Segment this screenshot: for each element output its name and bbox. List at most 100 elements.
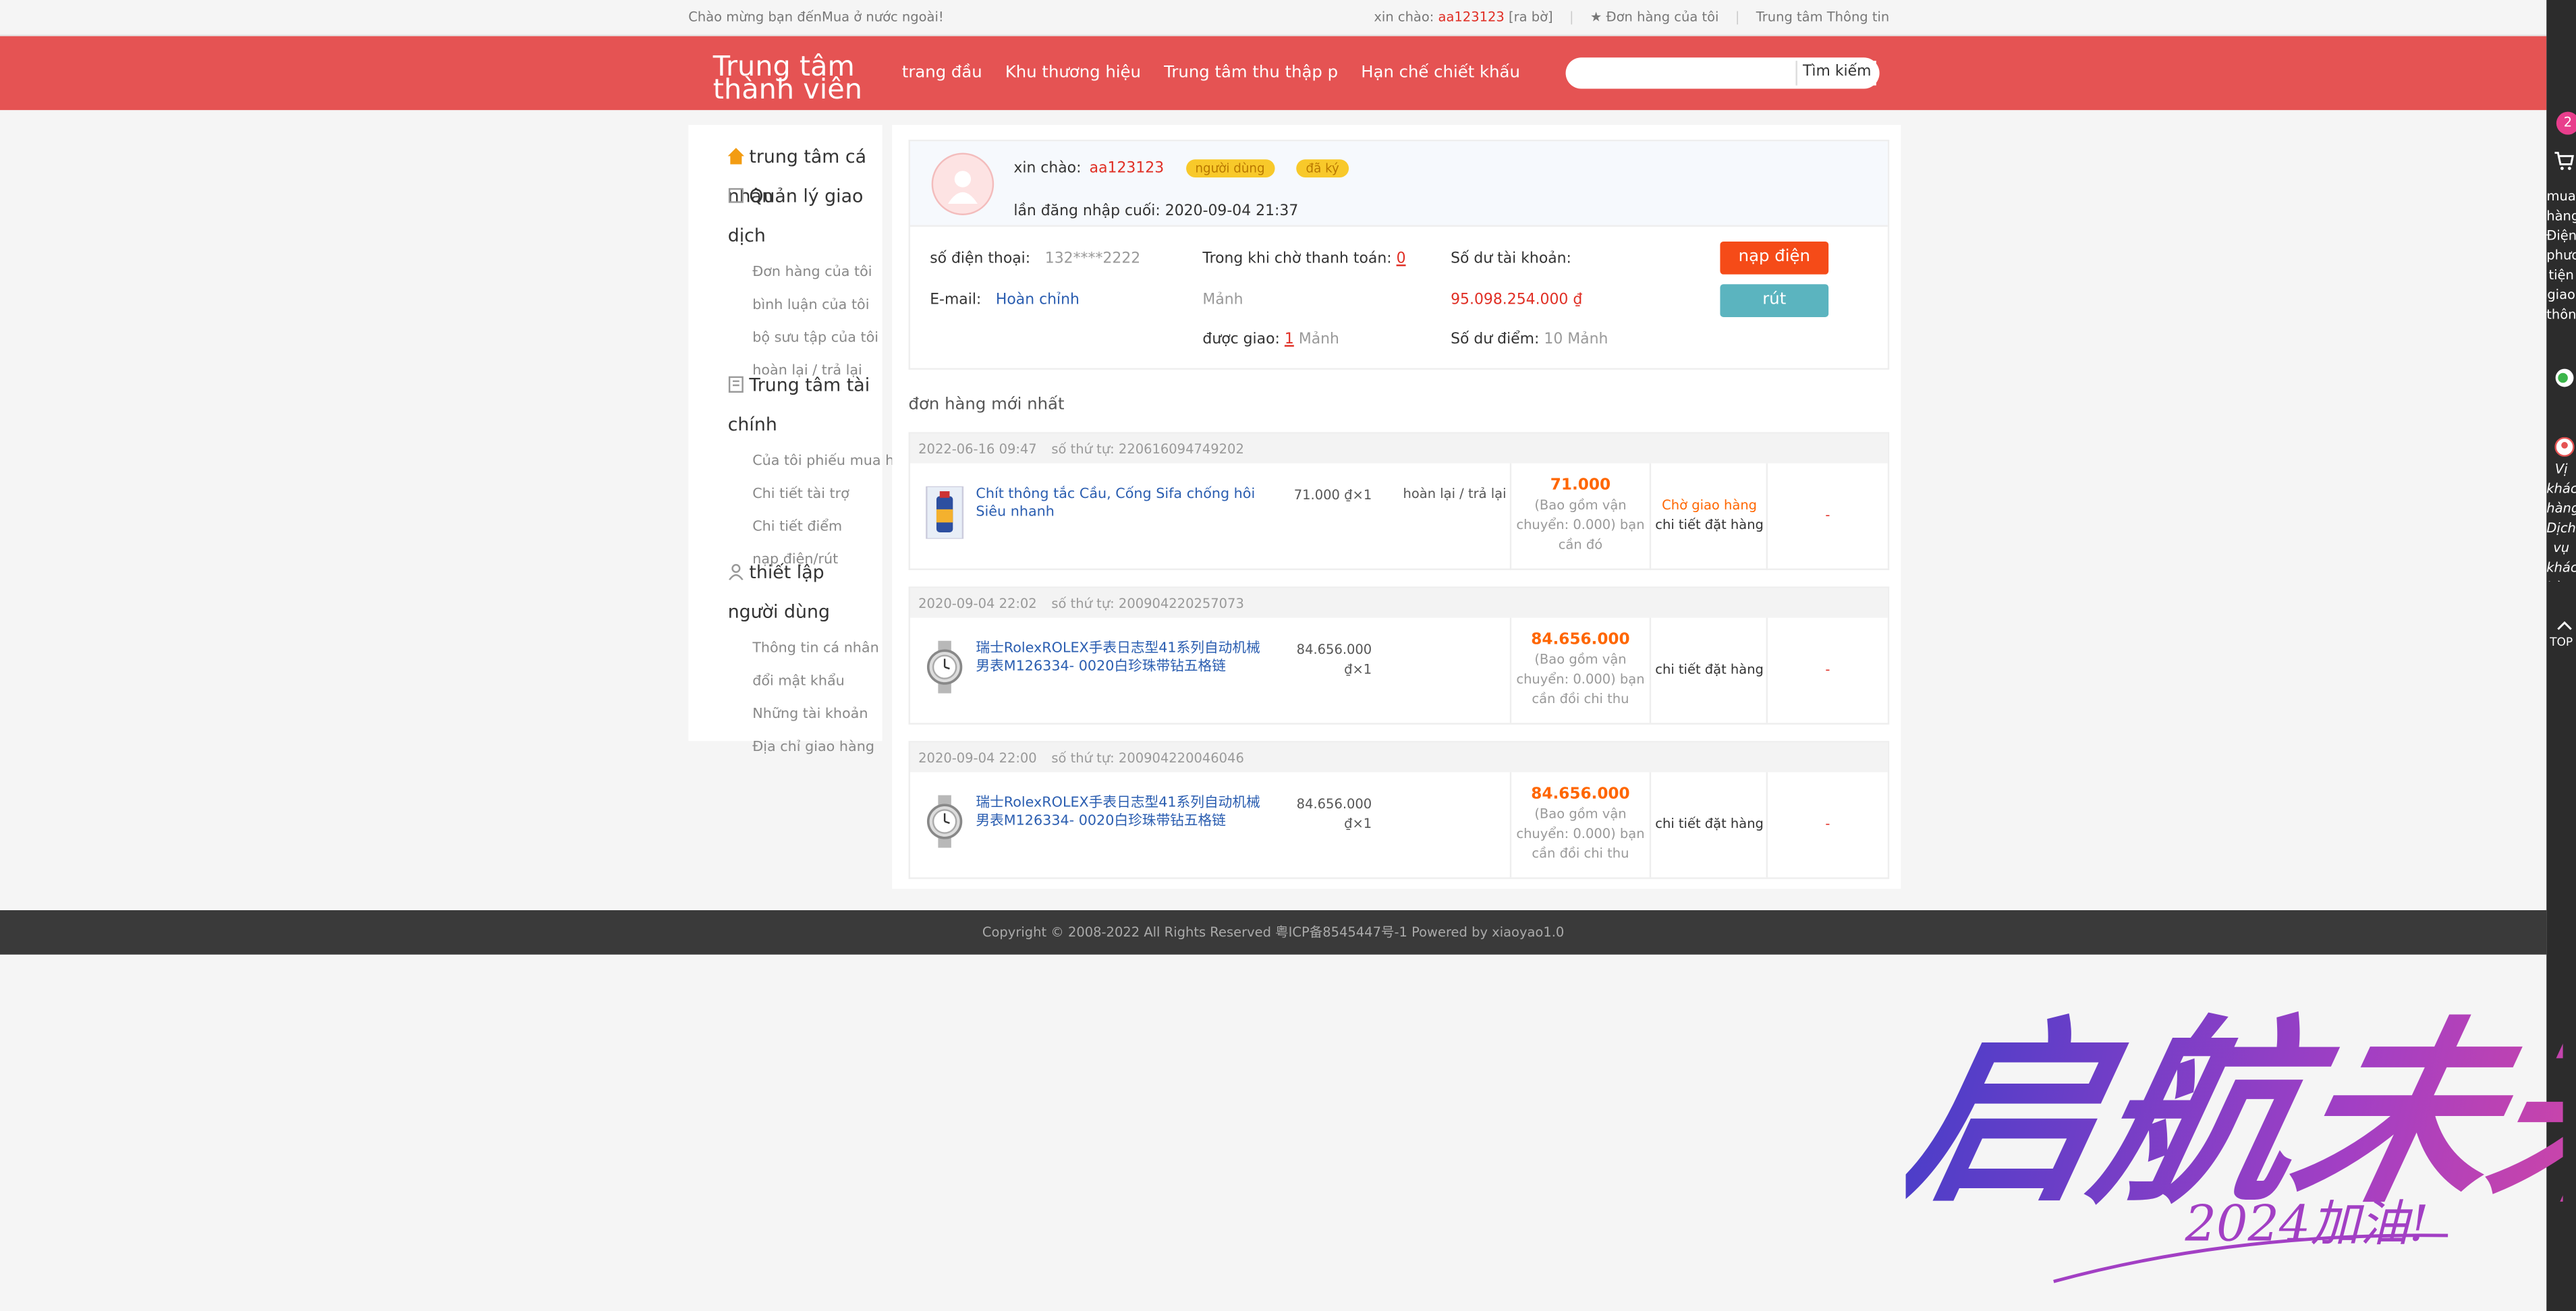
order-total-amount: 84.656.000: [1531, 631, 1630, 649]
order-header: 2022-06-16 09:47 số thứ tự: 220616094749…: [909, 433, 1888, 464]
divider: |: [1735, 9, 1740, 25]
order-total: 84.656.000 (Bao gồm vận chuyển: 0.000) b…: [1511, 631, 1650, 710]
balance-label: Số dư tài khoản:: [1451, 251, 1571, 268]
customer-service-label[interactable]: Vị khách hàng Dịch vụ khách hàng: [2546, 460, 2576, 582]
my-orders-link[interactable]: ★ Đơn hàng của tôi: [1590, 10, 1719, 25]
signed-in-badge: đã ký: [1295, 159, 1349, 177]
sidebar-item-my-comments[interactable]: bình luận của tôi: [752, 289, 878, 323]
sidebar-item-my-orders[interactable]: Đơn hàng của tôi: [752, 256, 878, 289]
home-icon: [727, 148, 745, 165]
order-action: -: [1825, 662, 1830, 677]
order-card: 2020-09-04 22:00 số thứ tự: 200904220046…: [908, 741, 1890, 879]
product-name-link[interactable]: Chít thông tắc Cầu, Cống Sifa chống hôi …: [976, 486, 1271, 523]
sidebar-title-settings[interactable]: thiết lập người dùng: [728, 554, 876, 633]
order-action: -: [1825, 816, 1830, 832]
header: Trung tâm thành viên trang đầu Khu thươn…: [0, 36, 2547, 111]
watch-thumbnail[interactable]: [925, 640, 964, 694]
nav-collection[interactable]: Trung tâm thu thập p: [1164, 64, 1338, 82]
order-body: 瑞士RolexROLEX手表日志型41系列自动机械男表M126334- 0020…: [910, 617, 1888, 723]
sidebar-title-transactions[interactable]: Quản lý giao dịch: [728, 177, 876, 256]
main-nav: trang đầu Khu thương hiệu Trung tâm thu …: [902, 64, 1520, 82]
order-total-note: (Bao gồm vận chuyển: 0.000) bạn cần đó: [1516, 497, 1645, 553]
order-number-value: 200904220257073: [1118, 596, 1244, 611]
order-total-amount: 71.000: [1550, 476, 1611, 495]
order-total-note: (Bao gồm vận chuyển: 0.000) bạn cần đồi …: [1516, 652, 1645, 707]
sidebar-title-text: Quản lý giao dịch: [727, 186, 864, 247]
order-date: 2020-09-04 22:02: [918, 596, 1037, 611]
product-price: 84.656.000 ₫×1: [1296, 796, 1372, 832]
cart-label[interactable]: mua hàng Điện phương tiện giao thông: [2546, 188, 2576, 329]
order-date: 2020-09-04 22:00: [918, 750, 1037, 766]
sidebar-item-my-collection[interactable]: bộ sưu tập của tôi: [752, 322, 878, 355]
search-box: Tìm kiếm: [1565, 57, 1880, 89]
sidebar-item-accounts[interactable]: Những tài khoản: [752, 698, 879, 731]
sidebar-group-settings: thiết lập người dùng Thông tin cá nhân đ…: [728, 554, 879, 764]
sidebar: trung tâm cá nhân Quản lý giao dịch Đơn …: [688, 125, 920, 756]
email-label: E-mail:: [930, 292, 982, 309]
document-icon: [728, 376, 744, 393]
order-status: Chờ giao hàng chi tiết đặt hàng: [1651, 496, 1768, 535]
pending-payment-count[interactable]: 0: [1397, 252, 1406, 268]
hello-label: xin chào:: [1374, 9, 1434, 25]
delivered-label: được giao:: [1202, 331, 1280, 349]
product-name-link[interactable]: 瑞士RolexROLEX手表日志型41系列自动机械男表M126334- 0020…: [976, 641, 1271, 677]
user-avatar-icon: [947, 171, 978, 204]
top-username-link[interactable]: aa123123: [1438, 10, 1505, 25]
page: Chào mừng bạn đếnMua ở nước ngoài! xin c…: [0, 0, 2576, 1311]
order-header: 2020-09-04 22:02 số thứ tự: 200904220257…: [909, 588, 1888, 618]
balance-value: 95.098.254.000 ₫: [1451, 292, 1583, 309]
avatar: [931, 152, 995, 215]
last-login-label: lần đăng nhập cuối:: [1013, 203, 1160, 221]
cart-count-badge: 2: [2556, 111, 2576, 135]
email-value[interactable]: Hoàn chỉnh: [996, 292, 1080, 308]
order-detail-link[interactable]: chi tiết đặt hàng: [1651, 661, 1768, 680]
order-status-text: Chờ giao hàng: [1662, 497, 1758, 513]
sidebar-item-profile[interactable]: Thông tin cá nhân: [752, 632, 879, 665]
withdraw-button[interactable]: rút: [1720, 284, 1829, 317]
nav-discount[interactable]: Hạn chế chiết khấu: [1361, 64, 1520, 82]
user-header: xin chào: aa123123 người dùng đã ký lần …: [909, 141, 1888, 227]
account-info: số điện thoại: 132****2222 E-mail: Hoàn …: [910, 225, 1888, 368]
order-number-value: 220616094749202: [1118, 442, 1244, 457]
watermark-logo: 启航未来 2024加油!: [1906, 1000, 2563, 1283]
order-total-amount: 84.656.000: [1531, 785, 1630, 804]
cart-icon[interactable]: [2554, 151, 2574, 171]
user-role-badge: người dùng: [1185, 159, 1275, 177]
greeting: xin chào: aa123123 người dùng đã ký: [1013, 159, 1349, 177]
product-price: 71.000 ₫×1: [1293, 488, 1372, 503]
nav-home[interactable]: trang đầu: [902, 64, 982, 82]
order-body: Chít thông tắc Cầu, Cống Sifa chống hôi …: [910, 463, 1888, 569]
order-total: 71.000 (Bao gồm vận chuyển: 0.000) bạn c…: [1511, 476, 1650, 555]
logout-link[interactable]: [ra bờ]: [1509, 10, 1553, 25]
pending-unit: Mảnh: [1202, 292, 1243, 309]
product-thumbnail[interactable]: [925, 486, 964, 539]
logo[interactable]: Trung tâm thành viên: [713, 53, 894, 104]
recharge-button[interactable]: nạp điện: [1720, 241, 1829, 275]
return-link[interactable]: hoàn lại / trả lại: [1403, 486, 1506, 501]
order-detail-link[interactable]: chi tiết đặt hàng: [1651, 815, 1768, 835]
order-body: 瑞士RolexROLEX手表日志型41系列自动机械男表M126334- 0020…: [910, 772, 1888, 878]
points-label: Số dư điểm:: [1451, 331, 1540, 349]
sidebar-title-finance[interactable]: Trung tâm tài chính: [728, 366, 876, 445]
list-icon: [728, 188, 744, 203]
welcome-text: Chào mừng bạn đếnMua ở nước ngoài!: [688, 9, 944, 25]
info-center-link[interactable]: Trung tâm Thông tin: [1756, 10, 1890, 25]
order-status: chi tiết đặt hàng: [1651, 661, 1768, 680]
back-to-top-label[interactable]: TOP: [2546, 632, 2576, 652]
order-detail-link[interactable]: chi tiết đặt hàng: [1651, 516, 1768, 536]
order-number-label: số thứ tự:: [1051, 596, 1115, 611]
product-name-link[interactable]: 瑞士RolexROLEX手表日志型41系列自动机械男表M126334- 0020…: [976, 796, 1271, 832]
sidebar-item-shipping-address[interactable]: Địa chỉ giao hàng: [752, 731, 879, 764]
wechat-icon[interactable]: [2554, 368, 2574, 387]
customer-service-icon[interactable]: [2554, 437, 2575, 457]
delivered-count[interactable]: 1: [1285, 332, 1294, 348]
greeting-label: xin chào:: [1013, 160, 1082, 177]
nav-brands[interactable]: Khu thương hiệu: [1005, 64, 1141, 82]
watch-thumbnail[interactable]: [925, 795, 964, 848]
search-input[interactable]: [1575, 62, 1812, 88]
main-panel: xin chào: aa123123 người dùng đã ký lần …: [892, 125, 1901, 889]
sidebar-item-change-password[interactable]: đổi mật khẩu: [752, 665, 879, 698]
points-value: 10 Mảnh: [1544, 331, 1608, 349]
search-button[interactable]: Tìm kiếm: [1796, 61, 1876, 86]
username: aa123123: [1089, 160, 1165, 177]
